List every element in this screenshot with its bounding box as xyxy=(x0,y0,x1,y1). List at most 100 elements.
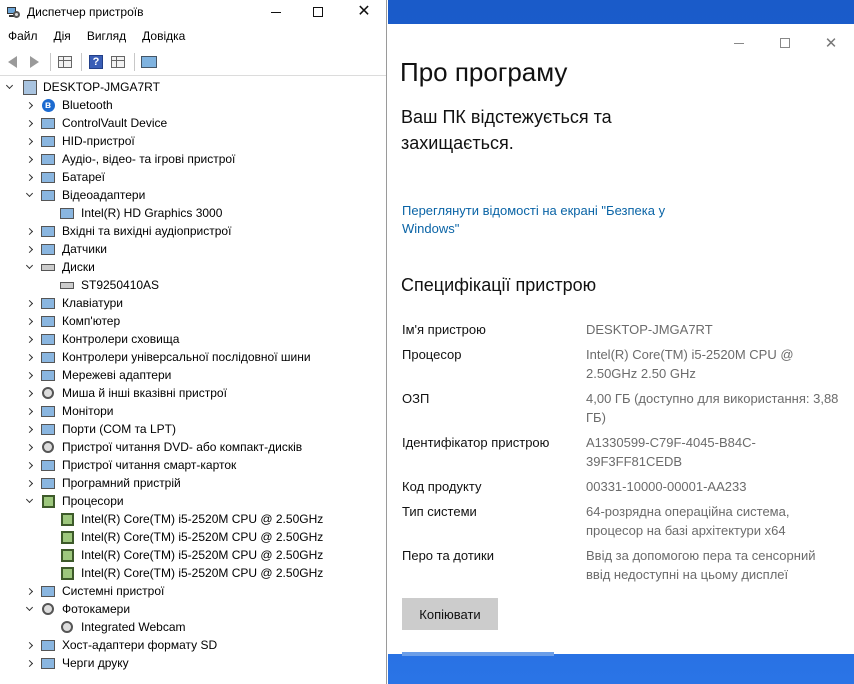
tree-category[interactable]: Контролери сховища xyxy=(0,330,386,348)
close-button[interactable]: ✕ xyxy=(341,0,386,24)
tree-category[interactable]: Контролери універсальної послідовної шин… xyxy=(0,348,386,366)
tree-item-label: Intel(R) Core(TM) i5-2520M CPU @ 2.50GHz xyxy=(81,566,324,580)
tree-category[interactable]: Датчики xyxy=(0,240,386,258)
menu-view[interactable]: Вигляд xyxy=(87,29,126,43)
device-manager-titlebar[interactable]: Диспетчер пристроїв ✕ xyxy=(0,0,386,24)
expander[interactable] xyxy=(24,495,34,506)
windows-security-link[interactable]: Переглянути відомості на екрані "Безпека… xyxy=(402,202,702,238)
tree-category[interactable]: Диски xyxy=(0,258,386,276)
computer-icon xyxy=(22,79,38,95)
copy-button[interactable]: Копіювати xyxy=(402,598,498,630)
tree-category[interactable]: HID-пристрої xyxy=(0,132,386,150)
battery-icon xyxy=(40,169,56,185)
tree-category[interactable]: Миша й інші вказівні пристрої xyxy=(0,384,386,402)
scan-hardware-button[interactable] xyxy=(140,53,158,71)
tree-device[interactable]: Intel(R) Core(TM) i5-2520M CPU @ 2.50GHz xyxy=(0,528,386,546)
console-tree-icon xyxy=(58,55,72,68)
expander[interactable] xyxy=(24,658,34,668)
expander[interactable] xyxy=(24,334,34,344)
expander[interactable] xyxy=(24,261,34,272)
expander[interactable] xyxy=(24,189,34,200)
expander[interactable] xyxy=(24,154,34,164)
tree-category[interactable]: Клавіатури xyxy=(0,294,386,312)
monitor-scan-icon xyxy=(141,55,157,68)
tree-category[interactable]: Хост-адаптери формату SD xyxy=(0,636,386,654)
tree-category[interactable]: ControlVault Device xyxy=(0,114,386,132)
chevron-down-icon xyxy=(25,189,33,198)
tree-category[interactable]: Пристрої читання DVD- або компакт-дисків xyxy=(0,438,386,456)
tree-category[interactable]: Фотокамери xyxy=(0,600,386,618)
maximize-button[interactable] xyxy=(295,0,341,24)
expander[interactable] xyxy=(24,370,34,380)
expander[interactable] xyxy=(24,136,34,146)
tree-category[interactable]: Вхідні та вихідні аудіопристрої xyxy=(0,222,386,240)
tree-category[interactable]: Черги друку xyxy=(0,654,386,672)
tree-category[interactable]: Батареї xyxy=(0,168,386,186)
expander[interactable] xyxy=(24,478,34,488)
expander[interactable] xyxy=(24,442,34,452)
properties-icon xyxy=(111,55,125,68)
expander[interactable] xyxy=(24,586,34,596)
tree-category[interactable]: Програмний пристрій xyxy=(0,474,386,492)
show-hide-console-tree-button[interactable] xyxy=(56,53,74,71)
expander[interactable] xyxy=(24,460,34,470)
expander[interactable] xyxy=(4,81,14,92)
expander[interactable] xyxy=(24,244,34,254)
expander[interactable] xyxy=(24,298,34,308)
expander[interactable] xyxy=(24,226,34,236)
chevron-right-icon xyxy=(25,389,33,397)
tree-item-label: ControlVault Device xyxy=(62,116,168,130)
expander[interactable] xyxy=(24,172,34,182)
properties-button[interactable] xyxy=(109,53,127,71)
tree-item-label: Хост-адаптери формату SD xyxy=(62,638,218,652)
settings-maximize-button[interactable] xyxy=(762,28,808,58)
tree-category[interactable]: Системні пристрої xyxy=(0,582,386,600)
back-button[interactable] xyxy=(3,53,21,71)
tree-device[interactable]: ST9250410AS xyxy=(0,276,386,294)
toolbar-separator xyxy=(134,52,135,71)
tree-category[interactable]: Комп'ютер xyxy=(0,312,386,330)
tree-category[interactable]: Порти (COM та LPT) xyxy=(0,420,386,438)
device-manager-app-icon xyxy=(6,5,20,19)
tree-device[interactable]: Intel(R) Core(TM) i5-2520M CPU @ 2.50GHz xyxy=(0,510,386,528)
tree-category[interactable]: Процесори xyxy=(0,492,386,510)
menu-action[interactable]: Дія xyxy=(54,29,71,43)
menu-help[interactable]: Довідка xyxy=(142,29,185,43)
dvd-icon xyxy=(40,439,56,455)
expander[interactable] xyxy=(24,316,34,326)
tree-device[interactable]: Integrated Webcam xyxy=(0,618,386,636)
maximize-icon xyxy=(780,38,790,48)
tree-item-label: Фотокамери xyxy=(62,602,131,616)
expander[interactable] xyxy=(24,100,34,110)
tree-category[interactable]: ʙ Bluetooth xyxy=(0,96,386,114)
tree-category[interactable]: Відеоадаптери xyxy=(0,186,386,204)
tree-device[interactable]: Intel(R) Core(TM) i5-2520M CPU @ 2.50GHz xyxy=(0,546,386,564)
expander[interactable] xyxy=(24,406,34,416)
tree-device[interactable]: Intel(R) Core(TM) i5-2520M CPU @ 2.50GHz xyxy=(0,564,386,582)
device-manager-window: Диспетчер пристроїв ✕ Файл Дія Вигляд До… xyxy=(0,0,387,684)
tree-category[interactable]: Аудіо-, відео- та ігрові пристрої xyxy=(0,150,386,168)
storage-controller-icon xyxy=(40,331,56,347)
chevron-right-icon xyxy=(25,137,33,145)
tree-category[interactable]: Пристрої читання смарт-карток xyxy=(0,456,386,474)
menu-file[interactable]: Файл xyxy=(8,29,38,43)
tree-device[interactable]: Intel(R) HD Graphics 3000 xyxy=(0,204,386,222)
expander[interactable] xyxy=(24,118,34,128)
expander[interactable] xyxy=(24,352,34,362)
tree-root[interactable]: DESKTOP-JMGA7RT xyxy=(0,78,386,96)
help-button[interactable]: ? xyxy=(87,53,105,71)
minimize-button[interactable] xyxy=(253,0,299,24)
tree-item-label: Intel(R) Core(TM) i5-2520M CPU @ 2.50GHz xyxy=(81,512,324,526)
forward-button[interactable] xyxy=(25,53,43,71)
minimize-icon xyxy=(734,42,744,44)
device-icon xyxy=(40,115,56,131)
expander[interactable] xyxy=(24,388,34,398)
settings-close-button[interactable]: ✕ xyxy=(808,28,854,58)
expander[interactable] xyxy=(24,640,34,650)
tree-category[interactable]: Монітори xyxy=(0,402,386,420)
settings-minimize-button[interactable] xyxy=(716,28,762,58)
tree-item-label: Програмний пристрій xyxy=(62,476,181,490)
expander[interactable] xyxy=(24,424,34,434)
expander[interactable] xyxy=(24,603,34,614)
tree-category[interactable]: Мережеві адаптери xyxy=(0,366,386,384)
